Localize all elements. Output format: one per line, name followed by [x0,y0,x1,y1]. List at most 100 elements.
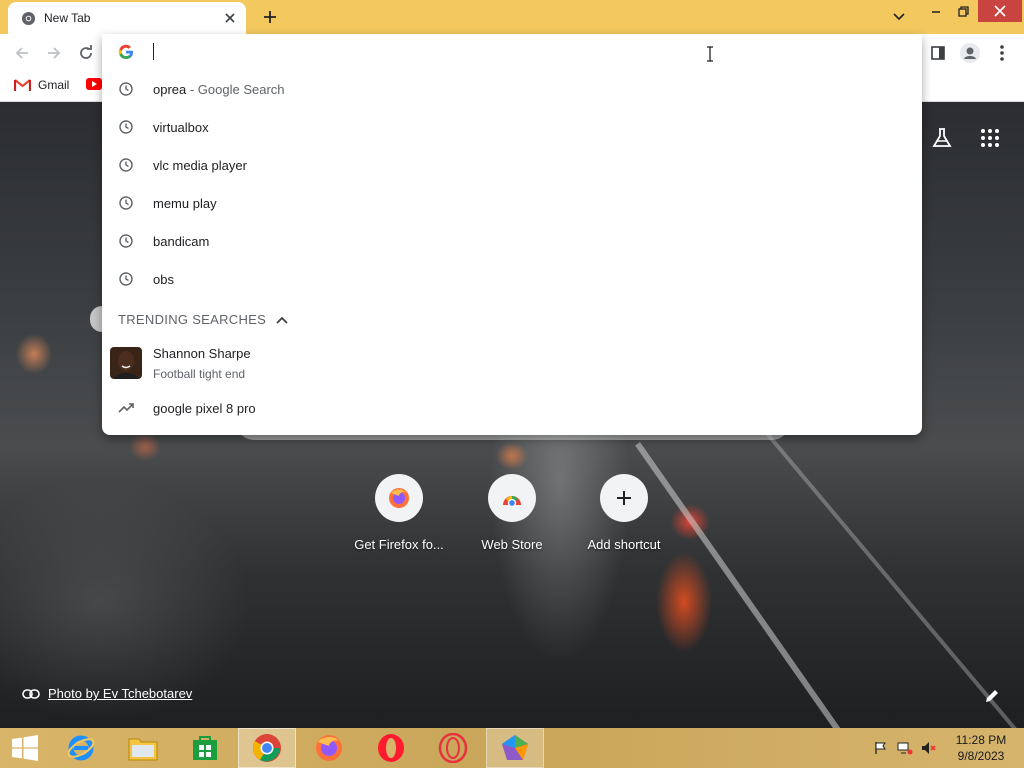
google-apps-icon[interactable] [976,124,1004,152]
shortcut-add[interactable]: Add shortcut [568,474,680,552]
new-tab-button[interactable] [258,6,282,28]
suggestion-query: vlc media player [153,157,247,173]
suggestion-query: memu play [153,195,217,211]
profile-avatar[interactable] [957,40,983,66]
suggestion-query: bandicam [153,233,210,249]
tab-search-button[interactable] [886,6,912,28]
ibeam-cursor-icon [707,46,713,62]
suggestion-text: oprea - Google Search [153,82,285,97]
taskbar-firefox[interactable] [300,728,358,768]
gmail-icon [14,78,31,91]
suggestion-text: memu play [153,196,217,211]
close-window-button[interactable] [978,0,1022,22]
opera-gx-icon [438,733,468,763]
firefox-icon [375,474,423,522]
close-tab-icon[interactable] [222,10,238,26]
shortcut-label: Add shortcut [587,537,661,552]
volume-muted-icon[interactable] [920,740,938,756]
shortcut-web-store[interactable]: Web Store [456,474,568,552]
web-store-icon [488,474,536,522]
action-center-flag-icon[interactable] [872,740,890,756]
suggestion-text: vlc media player [153,158,247,173]
back-button[interactable] [9,40,35,66]
shortcut-label: Web Store [481,537,543,552]
start-button[interactable] [0,728,50,768]
photo-attribution[interactable]: Photo by Ev Tchebotarev [22,686,192,701]
trending-suggestion-query[interactable]: google pixel 8 pro [102,389,922,427]
chevron-up-icon[interactable] [276,313,290,327]
history-suggestion[interactable]: memu play [102,184,922,222]
suggestion-query: virtualbox [153,119,209,135]
taskbar-internet-explorer[interactable] [52,728,110,768]
suggestion-text: virtualbox [153,120,209,135]
chrome-icon [252,734,281,762]
google-g-icon [118,44,133,60]
trending-person-subtitle: Football tight end [153,367,246,381]
bookmark-youtube[interactable] [86,78,102,90]
clock-time: 11:28 PM [955,733,1007,747]
internet-explorer-icon [67,735,95,761]
bookmark-gmail[interactable]: Gmail [14,78,69,92]
address-bar-input[interactable] [152,42,852,62]
system-clock[interactable]: 11:28 PM 9/8/2023 [946,732,1016,764]
suggestion-query: oprea [153,81,187,97]
history-suggestion[interactable]: virtualbox [102,108,922,146]
trending-arrow-icon [118,400,134,416]
suggestion-text: bandicam [153,234,209,249]
link-icon [22,688,40,699]
chrome-icon [21,11,36,26]
minimize-button[interactable] [922,0,950,22]
attribution-text[interactable]: Photo by Ev Tchebotarev [48,686,192,701]
taskbar-app[interactable] [486,728,544,768]
history-icon [118,195,134,211]
shortcut-get-firefox[interactable]: Get Firefox fo... [343,474,455,552]
omnibox-dropdown: oprea - Google Search virtualbox vlc media… [102,34,922,435]
taskbar-opera[interactable] [362,728,420,768]
history-suggestion[interactable]: vlc media player [102,146,922,184]
omnibox-input-row[interactable] [102,34,922,70]
customize-pencil-icon[interactable] [982,686,1002,706]
trending-searches-label: TRENDING SEARCHES [118,312,267,327]
history-icon [118,271,134,287]
taskbar-opera-gx[interactable] [424,728,482,768]
youtube-icon [86,78,102,90]
network-icon[interactable] [896,740,914,756]
store-icon [193,736,217,760]
bookmark-gmail-label: Gmail [38,78,70,92]
history-icon [118,233,134,249]
history-icon [118,157,134,173]
trending-searches-header[interactable]: TRENDING SEARCHES [118,312,290,327]
tab-title: New Tab [44,11,91,25]
background-rail [756,422,1024,728]
text-caret [153,43,154,60]
forward-button[interactable] [41,40,67,66]
avatar [110,347,142,379]
tab-new-tab[interactable]: New Tab [8,2,246,34]
trending-suggestion-person[interactable]: Shannon Sharpe Football tight end [102,342,922,388]
history-suggestion[interactable]: oprea - Google Search [102,70,922,108]
taskbar-file-explorer[interactable] [114,728,172,768]
history-suggestion[interactable]: obs [102,260,922,298]
firefox-icon [316,735,342,761]
labs-flask-icon[interactable] [928,124,956,152]
history-icon [118,81,134,97]
restore-button[interactable] [950,0,976,22]
windows-taskbar: 11:28 PM 9/8/2023 [0,728,1024,768]
menu-kebab-icon[interactable] [989,40,1015,66]
suggestion-text: obs [153,272,174,287]
taskbar-store[interactable] [176,728,234,768]
history-icon [118,119,134,135]
taskbar-chrome[interactable] [238,728,296,768]
plus-icon [600,474,648,522]
folder-icon [128,738,158,761]
reload-button[interactable] [73,40,99,66]
clock-date: 9/8/2023 [957,749,1005,763]
side-panel-button[interactable] [925,40,951,66]
trending-person-name: Shannon Sharpe [153,346,251,361]
suggestion-suffix: - Google Search [186,81,285,97]
trending-query-text: google pixel 8 pro [153,400,256,416]
history-suggestion[interactable]: bandicam [102,222,922,260]
opera-icon [378,734,404,762]
suggestion-query: obs [153,271,174,287]
windows-logo-icon [12,735,38,761]
